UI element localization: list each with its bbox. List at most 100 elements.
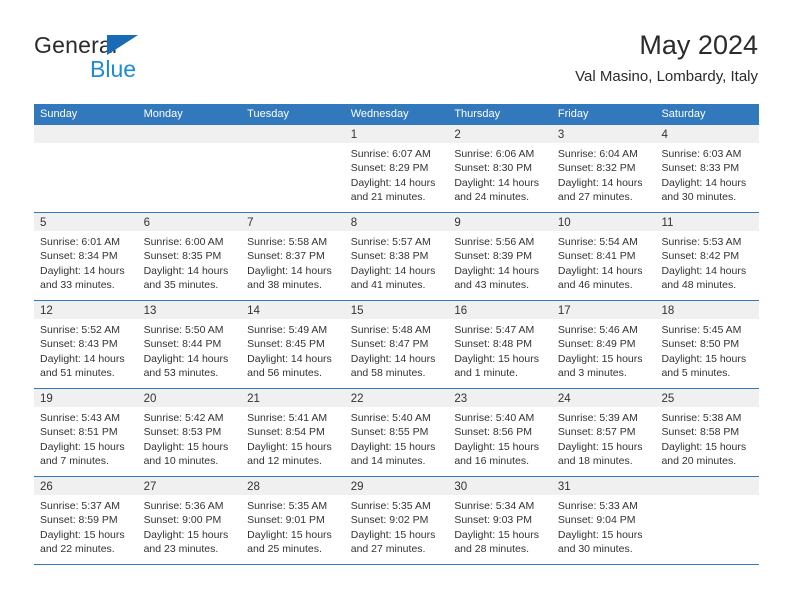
day-number: 18: [661, 305, 675, 317]
sunrise-time: Sunrise: 5:46 AM: [557, 324, 638, 336]
day-cell-14[interactable]: 14 Sunrise: 5:49 AM Sunset: 8:45 PM Dayligh…: [241, 301, 345, 388]
day-number: 24: [557, 393, 571, 405]
day-details: Sunrise: 6:06 AM Sunset: 8:30 PM Daylight:…: [448, 143, 552, 205]
sunset-time: Sunset: 9:00 PM: [143, 514, 222, 527]
day-cell-22[interactable]: 22 Sunrise: 5:40 AM Sunset: 8:55 PM Dayligh…: [344, 389, 449, 476]
day-cell-23[interactable]: 23 Sunrise: 5:40 AM Sunset: 8:56 PM Dayligh…: [448, 389, 552, 476]
sunrise-time: Sunrise: 5:47 AM: [454, 324, 535, 336]
sunrise-time: Sunrise: 6:07 AM: [350, 148, 431, 160]
daylight-duration-line1: Daylight: 15 hours: [143, 440, 229, 453]
day-cell-17[interactable]: 17 Sunrise: 5:46 AM Sunset: 8:49 PM Dayligh…: [551, 301, 656, 388]
day-cell-7[interactable]: 7 Sunrise: 5:58 AM Sunset: 8:37 PM Daylight…: [241, 213, 345, 300]
day-cell-28[interactable]: 28 Sunrise: 5:35 AM Sunset: 9:01 PM Dayligh…: [241, 477, 345, 564]
day-number: 31: [557, 481, 571, 493]
day-cell-12[interactable]: 12 Sunrise: 5:52 AM Sunset: 8:43 PM Dayligh…: [34, 301, 138, 388]
day-cell-4[interactable]: 4 Sunrise: 6:03 AM Sunset: 8:33 PM Daylight…: [655, 125, 760, 212]
weekday-header-thursday: Thursday: [454, 108, 501, 120]
day-cell-26[interactable]: 26 Sunrise: 5:37 AM Sunset: 8:59 PM Dayligh…: [34, 477, 138, 564]
day-cell-10[interactable]: 10 Sunrise: 5:54 AM Sunset: 8:41 PM Dayligh…: [551, 213, 656, 300]
weekday-header-saturday: Saturday: [661, 108, 706, 120]
day-cell-13[interactable]: 13 Sunrise: 5:50 AM Sunset: 8:44 PM Dayligh…: [137, 301, 242, 388]
daylight-duration-line1: Daylight: 14 hours: [557, 264, 643, 277]
weekday-header-friday: Friday: [557, 108, 589, 120]
day-cell-2[interactable]: 2 Sunrise: 6:06 AM Sunset: 8:30 PM Daylight…: [448, 125, 552, 212]
day-cell-31[interactable]: 31 Sunrise: 5:33 AM Sunset: 9:04 PM Dayligh…: [551, 477, 656, 564]
daylight-duration-line2: and 53 minutes.: [143, 367, 219, 380]
logo-text-blue: Blue: [90, 56, 137, 82]
day-cell-18[interactable]: 18 Sunrise: 5:45 AM Sunset: 8:50 PM Dayligh…: [655, 301, 760, 388]
day-details: Sunrise: 5:50 AM Sunset: 8:44 PM Daylight:…: [138, 319, 242, 381]
day-details: Sunrise: 6:04 AM Sunset: 8:32 PM Daylight:…: [552, 143, 656, 205]
day-number: 16: [454, 305, 468, 317]
day-cell-3[interactable]: 3 Sunrise: 6:04 AM Sunset: 8:32 PM Daylight…: [551, 125, 656, 212]
sunset-time: Sunset: 9:02 PM: [350, 514, 429, 527]
day-details: Sunrise: 5:46 AM Sunset: 8:49 PM Daylight:…: [552, 319, 656, 381]
sunrise-time: Sunrise: 5:45 AM: [661, 324, 742, 336]
day-cell-19[interactable]: 19 Sunrise: 5:43 AM Sunset: 8:51 PM Dayligh…: [34, 389, 138, 476]
day-cell-15[interactable]: 15 Sunrise: 5:48 AM Sunset: 8:47 PM Dayligh…: [344, 301, 449, 388]
day-number-bar: 15: [344, 301, 449, 319]
day-details: Sunrise: 5:39 AM Sunset: 8:57 PM Daylight:…: [552, 407, 656, 469]
day-number: 28: [247, 481, 260, 493]
day-cell-27[interactable]: 27 Sunrise: 5:36 AM Sunset: 9:00 PM Dayligh…: [137, 477, 242, 564]
sunrise-time: Sunrise: 6:04 AM: [557, 148, 638, 160]
day-number-bar: 27: [137, 477, 242, 495]
day-cell-5[interactable]: 5 Sunrise: 6:01 AM Sunset: 8:34 PM Daylight…: [34, 213, 138, 300]
sunset-time: Sunset: 8:32 PM: [557, 162, 636, 175]
triangle-logo-icon: [107, 35, 138, 55]
sunrise-time: Sunrise: 5:37 AM: [40, 500, 120, 512]
day-cell-11[interactable]: 11 Sunrise: 5:53 AM Sunset: 8:42 PM Dayligh…: [655, 213, 760, 300]
day-cell-30[interactable]: 30 Sunrise: 5:34 AM Sunset: 9:03 PM Dayligh…: [448, 477, 552, 564]
sunrise-time: Sunrise: 5:35 AM: [350, 500, 431, 512]
daylight-duration-line1: Daylight: 15 hours: [557, 528, 643, 541]
daylight-duration-line2: and 56 minutes.: [247, 367, 322, 380]
daylight-duration-line2: and 1 minute.: [454, 367, 518, 380]
day-cell-25[interactable]: 25 Sunrise: 5:38 AM Sunset: 8:58 PM Dayligh…: [655, 389, 760, 476]
sunrise-time: Sunrise: 5:34 AM: [454, 500, 535, 512]
day-number: 23: [454, 393, 468, 405]
day-cell-20[interactable]: 20 Sunrise: 5:42 AM Sunset: 8:53 PM Dayligh…: [137, 389, 242, 476]
day-cell-29[interactable]: 29 Sunrise: 5:35 AM Sunset: 9:02 PM Dayligh…: [344, 477, 449, 564]
day-number-bar: 4: [655, 125, 760, 143]
sunset-time: Sunset: 9:03 PM: [454, 514, 532, 527]
day-number-bar: 5: [34, 213, 138, 231]
sunset-time: Sunset: 8:55 PM: [350, 426, 429, 439]
sunrise-time: Sunrise: 6:06 AM: [454, 148, 535, 160]
day-number-bar: 28: [241, 477, 345, 495]
day-number: 2: [454, 129, 461, 141]
day-cell-1[interactable]: 1 Sunrise: 6:07 AM Sunset: 8:29 PM Daylight…: [344, 125, 449, 212]
daylight-duration-line2: and 24 minutes.: [454, 191, 530, 204]
day-details: Sunrise: 5:52 AM Sunset: 8:43 PM Daylight:…: [34, 319, 138, 381]
day-number-bar: 17: [551, 301, 656, 319]
daylight-duration-line2: and 12 minutes.: [247, 455, 322, 468]
daylight-duration-line1: Daylight: 14 hours: [661, 176, 747, 189]
day-cell-9[interactable]: 9 Sunrise: 5:56 AM Sunset: 8:39 PM Daylight…: [448, 213, 552, 300]
sunset-time: Sunset: 8:45 PM: [247, 338, 325, 351]
day-details: Sunrise: 5:57 AM Sunset: 8:38 PM Daylight:…: [345, 231, 449, 293]
sunset-time: Sunset: 8:53 PM: [143, 426, 222, 439]
daylight-duration-line2: and 33 minutes.: [40, 279, 115, 292]
day-number: 10: [557, 217, 571, 229]
day-cell-21[interactable]: 21 Sunrise: 5:41 AM Sunset: 8:54 PM Dayligh…: [241, 389, 345, 476]
daylight-duration-line2: and 21 minutes.: [350, 191, 426, 204]
sunrise-time: Sunrise: 6:01 AM: [40, 236, 120, 248]
general-blue-logo[interactable]: General Blue: [34, 32, 264, 90]
daylight-duration-line2: and 27 minutes.: [557, 191, 633, 204]
sunset-time: Sunset: 8:58 PM: [661, 426, 740, 439]
daylight-duration-line1: Daylight: 15 hours: [557, 440, 643, 453]
day-number-bar: 12: [34, 301, 138, 319]
day-cell-24[interactable]: 24 Sunrise: 5:39 AM Sunset: 8:57 PM Dayligh…: [551, 389, 656, 476]
sunrise-time: Sunrise: 6:03 AM: [661, 148, 742, 160]
weekday-header-sunday: Sunday: [40, 108, 78, 120]
day-cell-16[interactable]: 16 Sunrise: 5:47 AM Sunset: 8:48 PM Dayligh…: [448, 301, 552, 388]
day-number: 30: [454, 481, 468, 493]
day-cell-8[interactable]: 8 Sunrise: 5:57 AM Sunset: 8:38 PM Daylight…: [344, 213, 449, 300]
day-number-bar: 21: [241, 389, 345, 407]
day-details: [138, 143, 242, 147]
day-details: Sunrise: 5:40 AM Sunset: 8:56 PM Daylight:…: [448, 407, 552, 469]
daylight-duration-line2: and 41 minutes.: [350, 279, 426, 292]
day-cell-6[interactable]: 6 Sunrise: 6:00 AM Sunset: 8:35 PM Daylight…: [137, 213, 242, 300]
sunrise-time: Sunrise: 5:35 AM: [247, 500, 328, 512]
day-details: Sunrise: 6:07 AM Sunset: 8:29 PM Daylight:…: [345, 143, 449, 205]
daylight-duration-line2: and 7 minutes.: [40, 455, 109, 468]
